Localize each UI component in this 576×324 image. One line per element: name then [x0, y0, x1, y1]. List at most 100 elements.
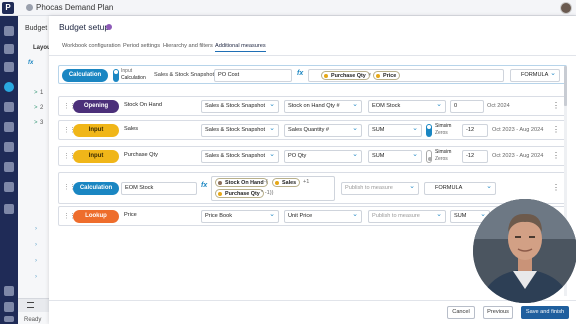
source-text: Sales & Stock Snapshot [154, 72, 215, 78]
dialog-title: Budget setup [59, 22, 110, 32]
measure-name-input[interactable]: Purchase Qty [121, 150, 197, 163]
source-select[interactable]: Sales & Stock Snapshot [201, 150, 279, 163]
value-input[interactable]: 0 [450, 100, 484, 113]
aggregation-select[interactable]: SUM [368, 150, 422, 163]
group-icon[interactable] [4, 122, 14, 132]
list-item[interactable]: > 2 [18, 103, 52, 115]
toggle-label: Zeros [435, 130, 448, 136]
home-icon[interactable] [4, 26, 14, 36]
cancel-button[interactable]: Cancel [447, 306, 475, 319]
save-and-finish-button[interactable]: Save and finish [521, 306, 569, 319]
measure-name-input[interactable]: EOM Stock [121, 182, 197, 195]
apps-icon[interactable] [4, 316, 14, 322]
list-item[interactable]: > 1 [18, 88, 52, 100]
type-pill[interactable]: Calculation [73, 182, 119, 195]
formula-chip[interactable]: Sales [272, 178, 301, 187]
expand-arrow-icon[interactable]: > [34, 120, 38, 126]
period-text: Oct 2023 - Aug 2024 [492, 127, 544, 133]
tab-additional-measures[interactable]: Additional measures [215, 43, 266, 52]
field-select[interactable]: Stock on Hand Qty # [284, 100, 362, 113]
workbook-panel: Budget Layout fx > 1 > 2 > 3 › › › › [18, 16, 53, 324]
source-select[interactable]: Price Book [201, 210, 279, 223]
document-icon[interactable] [4, 302, 14, 312]
aggregation-select[interactable]: SUM [368, 124, 422, 137]
tab-workbook-configuration[interactable]: Workbook configuration [62, 43, 121, 49]
formula-input[interactable]: Stock On Hand -( Sales +1 Purchase Qty *… [211, 176, 335, 201]
more-options-icon[interactable]: ⋮ [552, 101, 560, 110]
info-icon[interactable] [106, 24, 112, 30]
expand-arrow-icon[interactable]: > [34, 90, 38, 96]
mode-select[interactable]: FORMULA [424, 182, 496, 195]
more-options-icon[interactable]: ⋮ [552, 183, 560, 192]
admin-icon[interactable] [4, 204, 14, 214]
user-avatar[interactable] [560, 2, 572, 14]
source-select[interactable]: Sales & Stock Snapshot [201, 100, 279, 113]
measure-name-input[interactable]: Stock On Hand [121, 100, 197, 113]
info-icon[interactable] [4, 286, 14, 296]
measure-name-input[interactable]: Price [121, 210, 197, 223]
field-select[interactable]: Unit Price [284, 210, 362, 223]
value-input[interactable]: -12 [462, 124, 488, 137]
aggregation-select[interactable]: EOM Stock [368, 100, 446, 113]
type-pill[interactable]: Input [73, 124, 119, 137]
value-input[interactable]: -12 [462, 150, 488, 163]
measure-row: Calculation Input Calculation Sales & St… [58, 65, 567, 84]
simsim-toggle[interactable] [426, 150, 432, 163]
heart-icon[interactable] [4, 162, 14, 172]
chart-icon[interactable] [4, 62, 14, 72]
expand-arrow-icon[interactable]: > [34, 105, 38, 111]
chevron-right-icon[interactable]: › [35, 274, 37, 280]
previous-button[interactable]: Previous [483, 306, 513, 319]
formula-chip[interactable]: Stock On Hand [215, 178, 268, 187]
measure-row: ⋮⋮ Calculation EOM Stock fx Stock On Han… [58, 172, 567, 204]
simsim-toggle[interactable] [426, 124, 432, 137]
more-options-icon[interactable]: ⋮ [552, 151, 560, 160]
input-calculation-toggle[interactable] [113, 69, 119, 82]
publish-select[interactable]: Publish to measure [368, 210, 446, 223]
toggle-label-input: Input [121, 68, 133, 74]
app-status-icon [26, 4, 33, 11]
menu-icon[interactable] [27, 302, 34, 308]
field-select[interactable]: Sales Quantity # [284, 124, 362, 137]
publish-select[interactable]: Publish to measure [341, 182, 419, 195]
phocas-logo: P [2, 2, 14, 14]
scrollbar-thumb[interactable] [564, 66, 567, 106]
tab-period-settings[interactable]: Period settings [123, 43, 160, 49]
period-text: Oct 2024 [487, 103, 510, 109]
period-text: Oct 2023 - Aug 2024 [492, 153, 544, 159]
field-select[interactable]: PO Qty [284, 150, 362, 163]
budget-icon[interactable] [4, 82, 14, 92]
measure-name-input[interactable]: Sales [121, 124, 197, 137]
list-item[interactable]: > 3 [18, 118, 52, 130]
formula-input[interactable]: Purchase Qty × Price [308, 69, 504, 82]
formula-operator: * -1)) [261, 190, 274, 196]
type-pill[interactable]: Calculation [62, 69, 108, 82]
grid-icon[interactable] [4, 44, 14, 54]
type-pill[interactable]: Input [73, 150, 119, 163]
presenter-webcam [473, 199, 576, 303]
people-icon[interactable] [4, 102, 14, 112]
measure-row: ⋮⋮ Input Purchase Qty Sales & Stock Snap… [58, 146, 567, 166]
presenter-video-image [473, 199, 576, 303]
chevron-right-icon[interactable]: › [35, 226, 37, 232]
measure-row: ⋮⋮ Opening Stock On Hand Sales & Stock S… [58, 96, 567, 116]
type-pill[interactable]: Lookup [73, 210, 119, 223]
history-icon[interactable] [4, 142, 14, 152]
source-select[interactable]: Sales & Stock Snapshot [201, 124, 279, 137]
tab-hierarchy-filters[interactable]: Hierarchy and filters [163, 43, 213, 49]
formula-operator: -( [264, 179, 268, 185]
formula-chip[interactable]: Purchase Qty [215, 189, 264, 198]
type-pill[interactable]: Opening [73, 100, 119, 113]
mode-select[interactable]: FORMULA [510, 69, 560, 82]
measure-name-input[interactable]: PO Cost [214, 69, 292, 82]
chevron-right-icon[interactable]: › [35, 258, 37, 264]
chevron-right-icon[interactable]: › [35, 242, 37, 248]
fx-icon: fx [297, 70, 304, 77]
formula-chip[interactable]: Purchase Qty [321, 71, 370, 80]
measure-row: ⋮⋮ Input Sales Sales & Stock Snapshot Sa… [58, 120, 567, 140]
cloud-icon[interactable] [4, 182, 14, 192]
status-text: Ready [24, 317, 42, 323]
more-options-icon[interactable]: ⋮ [552, 125, 560, 134]
formula-chip[interactable]: Price [373, 71, 401, 80]
footer-divider [49, 300, 576, 301]
